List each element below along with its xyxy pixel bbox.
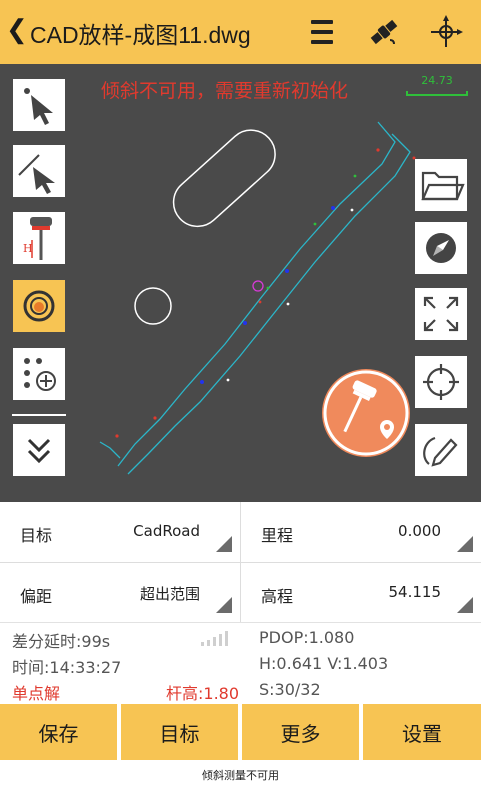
stakeout-info-panel: 目标 CadRoad 里程 0.000 偏距 超出范围 高程 54.115 (0, 502, 481, 622)
rover-pole-tool[interactable]: H (13, 212, 65, 264)
hv-precision: H:0.641 V:1.403 (259, 654, 389, 673)
gnss-status-panel: 差分延时:99s 时间:14:33:27 单点解 杆高:1.80 PDOP:1.… (0, 622, 481, 705)
crosshair-arrows-icon[interactable] (428, 14, 464, 50)
save-button[interactable]: 保存 (0, 704, 117, 760)
points-add-icon (24, 358, 56, 391)
toolbar-divider (12, 414, 66, 416)
target-value: CadRoad (133, 522, 200, 540)
svg-text:H: H (23, 242, 33, 255)
toast-message: 倾斜测量不可用 (202, 769, 279, 782)
satellite-icon[interactable] (366, 14, 402, 50)
dropdown-corner-icon (216, 597, 232, 613)
line-select-icon (18, 154, 55, 194)
gps-time: 时间:14:33:27 (12, 658, 122, 677)
more-tools-button[interactable] (13, 424, 65, 476)
select-arrow-tool[interactable] (13, 79, 65, 131)
select-arrow-icon (24, 88, 53, 125)
dropdown-corner-icon (457, 536, 473, 552)
edit-button[interactable] (415, 424, 467, 476)
mileage-value: 0.000 (398, 522, 441, 540)
title-bar: ❮ CAD放样-成图11.dwg (0, 0, 481, 64)
page-title: CAD放样-成图11.dwg (30, 22, 251, 48)
scale-bar-line (406, 91, 468, 96)
scale-bar: 24.73 (406, 74, 468, 96)
double-chevron-down-icon (27, 438, 51, 464)
mileage-selector[interactable]: 里程 0.000 (241, 502, 481, 562)
compass-icon (426, 233, 456, 263)
rover-pole-icon: H (23, 217, 52, 260)
target-selector[interactable]: 目标 CadRoad (0, 502, 240, 562)
back-button[interactable]: ❮ (6, 14, 28, 45)
target-dot-icon (23, 290, 55, 322)
cad-map-canvas[interactable]: 倾斜不可用，需要重新初始化 24.73 H (0, 64, 481, 502)
dropdown-corner-icon (216, 536, 232, 552)
settings-button[interactable]: 设置 (363, 704, 481, 760)
elevation-label: 高程 (261, 587, 294, 606)
diff-delay: 差分延时:99s (12, 632, 111, 651)
elevation-selector[interactable]: 高程 54.115 (241, 563, 481, 623)
scale-label: 24.73 (421, 74, 453, 87)
solution-status: 单点解 (12, 684, 61, 703)
stakeout-fab[interactable] (322, 369, 410, 457)
more-button[interactable]: 更多 (242, 704, 359, 760)
points-add-tool[interactable] (13, 348, 65, 400)
divider (240, 502, 241, 622)
locate-icon (423, 364, 459, 400)
folder-icon (421, 171, 465, 201)
elevation-value: 54.115 (388, 583, 442, 601)
offset-selector[interactable]: 偏距 超出范围 (0, 563, 240, 623)
target-label: 目标 (20, 526, 53, 545)
stakeout-pole-icon (323, 370, 409, 456)
mileage-label: 里程 (261, 526, 294, 545)
action-bar: 保存 目标 更多 设置 (0, 704, 481, 760)
compass-button[interactable] (415, 222, 467, 274)
full-extent-button[interactable] (415, 288, 467, 340)
locate-button[interactable] (415, 356, 467, 408)
target-button[interactable]: 目标 (121, 704, 238, 760)
signal-strength-icon (201, 631, 228, 646)
satellite-count: S:30/32 (259, 680, 321, 699)
tilt-warning: 倾斜不可用，需要重新初始化 (101, 80, 349, 102)
offset-value: 超出范围 (139, 585, 200, 603)
open-file-button[interactable] (415, 159, 467, 211)
line-select-tool[interactable] (13, 145, 65, 197)
pole-height[interactable]: 杆高:1.80 (166, 680, 239, 704)
offset-label: 偏距 (20, 587, 53, 606)
edit-icon (423, 436, 458, 467)
menu-icon[interactable] (304, 14, 340, 50)
expand-icon (423, 296, 459, 332)
pdop-value: PDOP:1.080 (259, 628, 355, 647)
dropdown-corner-icon (457, 597, 473, 613)
target-tool[interactable] (13, 280, 65, 332)
